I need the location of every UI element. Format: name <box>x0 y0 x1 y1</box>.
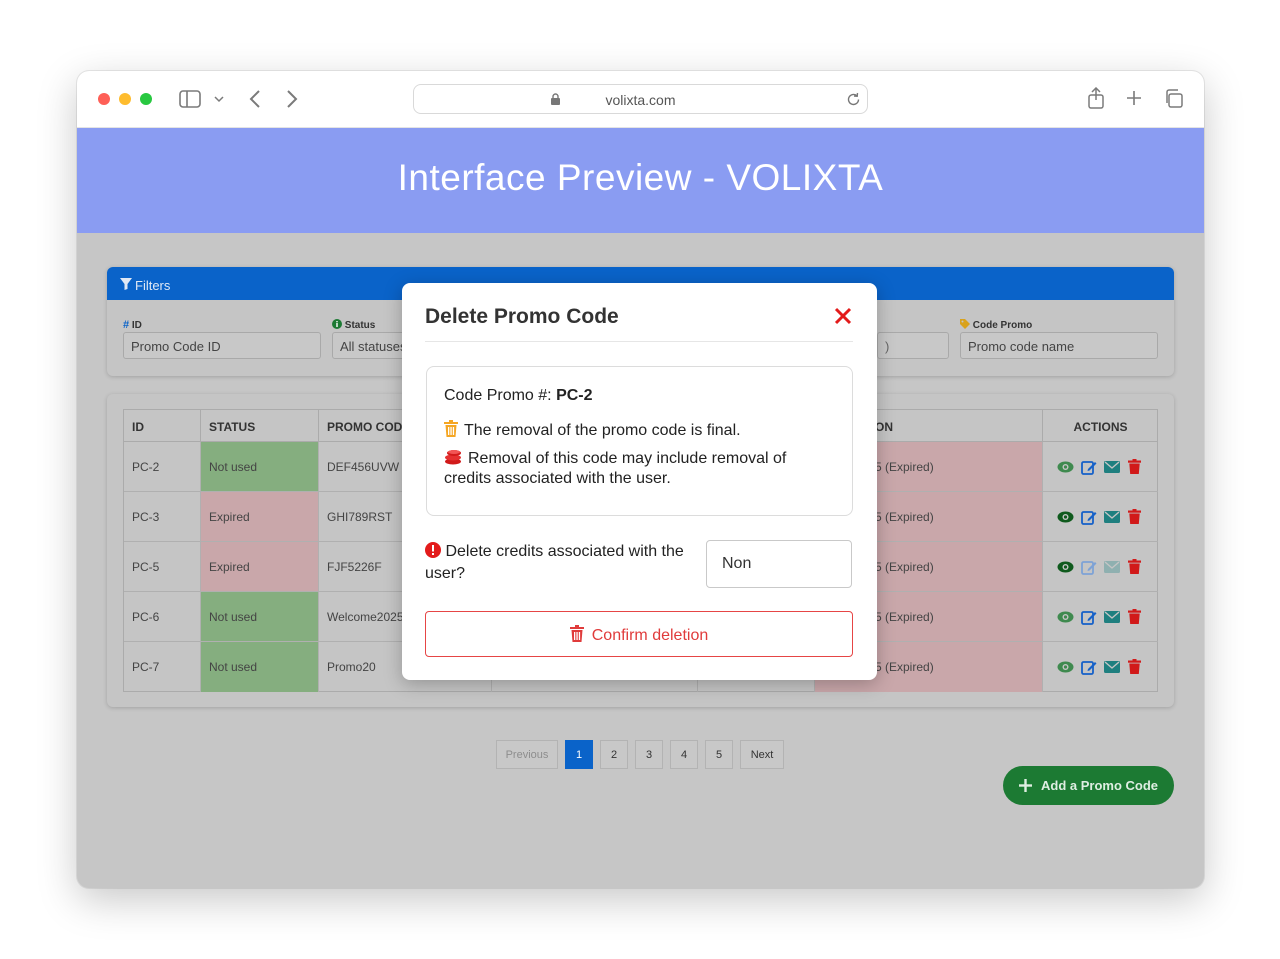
app-header: Interface Preview - VOLIXTA <box>77 128 1204 233</box>
warning-credits-line: Removal of this code may include removal… <box>444 448 786 468</box>
coins-icon <box>445 450 461 465</box>
status-badge: Expired <box>201 542 319 592</box>
plus-icon <box>1019 779 1032 792</box>
forward-arrow-icon[interactable] <box>286 89 298 109</box>
id-filter-label: # ID <box>123 319 142 331</box>
envelope-icon[interactable] <box>1103 508 1120 525</box>
url-text: volixta.com <box>605 92 676 108</box>
row-actions <box>1057 508 1143 525</box>
status-badge: Not used <box>201 642 319 692</box>
exclamation-circle-icon <box>425 542 441 558</box>
tabs-overview-icon[interactable] <box>1164 89 1183 108</box>
promo-info-box: Code Promo #: PC-2 The removal of the pr… <box>426 366 853 516</box>
calendar-icon: ) <box>885 339 890 354</box>
column-header-status[interactable]: STATUS <box>201 410 319 442</box>
tag-icon <box>960 319 970 329</box>
eye-icon[interactable] <box>1057 558 1074 575</box>
close-window-button[interactable] <box>98 93 110 105</box>
promo-code-id: PC-2 <box>556 387 593 404</box>
share-icon[interactable] <box>1087 87 1105 109</box>
row-actions <box>1057 608 1143 625</box>
date-filter-input[interactable]: ) <box>877 332 949 359</box>
eye-icon[interactable] <box>1057 458 1074 475</box>
delete-credits-select[interactable]: Non <box>706 540 852 588</box>
status-badge: Expired <box>201 492 319 542</box>
sidebar-toggle-icon[interactable] <box>179 90 201 108</box>
envelope-icon[interactable] <box>1103 458 1120 475</box>
pagination-next[interactable]: Next <box>740 740 784 769</box>
table-cell-id: PC-6 <box>124 592 201 642</box>
row-actions <box>1057 458 1143 475</box>
pagination-page-5[interactable]: 5 <box>705 740 733 769</box>
id-filter-input[interactable]: Promo Code ID <box>123 332 321 359</box>
envelope-icon[interactable] <box>1103 558 1120 575</box>
delete-credits-question: Delete credits associated with the user? <box>425 542 684 582</box>
trash-icon[interactable] <box>1126 508 1143 525</box>
edit-icon[interactable] <box>1080 458 1097 475</box>
new-tab-icon[interactable] <box>1126 90 1142 106</box>
eye-icon[interactable] <box>1057 508 1074 525</box>
envelope-icon[interactable] <box>1103 608 1120 625</box>
status-filter-select[interactable]: All statuses <box>332 332 412 359</box>
add-promo-code-button[interactable]: Add a Promo Code <box>1003 766 1174 805</box>
edit-icon[interactable] <box>1080 658 1097 675</box>
modal-divider <box>425 341 853 342</box>
modal-title: Delete Promo Code <box>425 305 619 328</box>
info-circle-icon <box>332 319 342 329</box>
trash-icon <box>444 420 458 437</box>
pagination-page-3[interactable]: 3 <box>635 740 663 769</box>
pagination-page-4[interactable]: 4 <box>670 740 698 769</box>
close-icon[interactable] <box>832 305 854 327</box>
eye-icon[interactable] <box>1057 608 1074 625</box>
table-cell-id: PC-7 <box>124 642 201 692</box>
pagination-previous[interactable]: Previous <box>496 740 558 769</box>
column-header-id[interactable]: ID <box>124 410 201 442</box>
edit-icon[interactable] <box>1080 508 1097 525</box>
table-cell-id: PC-3 <box>124 492 201 542</box>
edit-icon[interactable] <box>1080 558 1097 575</box>
page-title: Interface Preview - VOLIXTA <box>397 157 884 198</box>
eye-icon[interactable] <box>1057 658 1074 675</box>
browser-window: volixta.com Interface Preview - VOLIXTA <box>77 71 1204 888</box>
warning-credits-line-continued: credits associated with the user. <box>444 470 671 487</box>
trash-icon[interactable] <box>1126 658 1143 675</box>
row-actions <box>1057 658 1143 675</box>
table-cell-id: PC-5 <box>124 542 201 592</box>
edit-icon[interactable] <box>1080 608 1097 625</box>
code-filter-input[interactable]: Promo code name <box>960 332 1158 359</box>
status-filter-label: Status <box>332 319 375 331</box>
maximize-window-button[interactable] <box>140 93 152 105</box>
warning-final-line: The removal of the promo code is final. <box>444 420 741 440</box>
code-filter-label: Code Promo <box>960 319 1032 331</box>
column-header-actions: ACTIONS <box>1043 410 1158 442</box>
pagination-page-2[interactable]: 2 <box>600 740 628 769</box>
address-bar[interactable]: volixta.com <box>413 84 868 114</box>
delete-promo-modal: Delete Promo Code Code Promo #: PC-2 The… <box>402 283 877 680</box>
trash-icon <box>569 625 584 642</box>
promo-code-line: Code Promo #: PC-2 <box>444 387 593 404</box>
filter-icon <box>120 278 132 290</box>
pagination-page-1[interactable]: 1 <box>565 740 593 769</box>
envelope-icon[interactable] <box>1103 658 1120 675</box>
confirm-deletion-button[interactable]: Confirm deletion <box>425 611 853 657</box>
status-badge: Not used <box>201 592 319 642</box>
table-cell-id: PC-2 <box>124 442 201 492</box>
trash-icon[interactable] <box>1126 458 1143 475</box>
browser-toolbar: volixta.com <box>77 71 1204 128</box>
hash-icon: # <box>123 319 130 331</box>
trash-icon[interactable] <box>1126 608 1143 625</box>
minimize-window-button[interactable] <box>119 93 131 105</box>
back-arrow-icon[interactable] <box>249 89 261 109</box>
trash-icon[interactable] <box>1126 558 1143 575</box>
filters-title: Filters <box>135 278 171 293</box>
chevron-down-icon[interactable] <box>214 95 224 103</box>
row-actions <box>1057 558 1143 575</box>
status-badge: Not used <box>201 442 319 492</box>
reload-icon[interactable] <box>846 92 861 107</box>
